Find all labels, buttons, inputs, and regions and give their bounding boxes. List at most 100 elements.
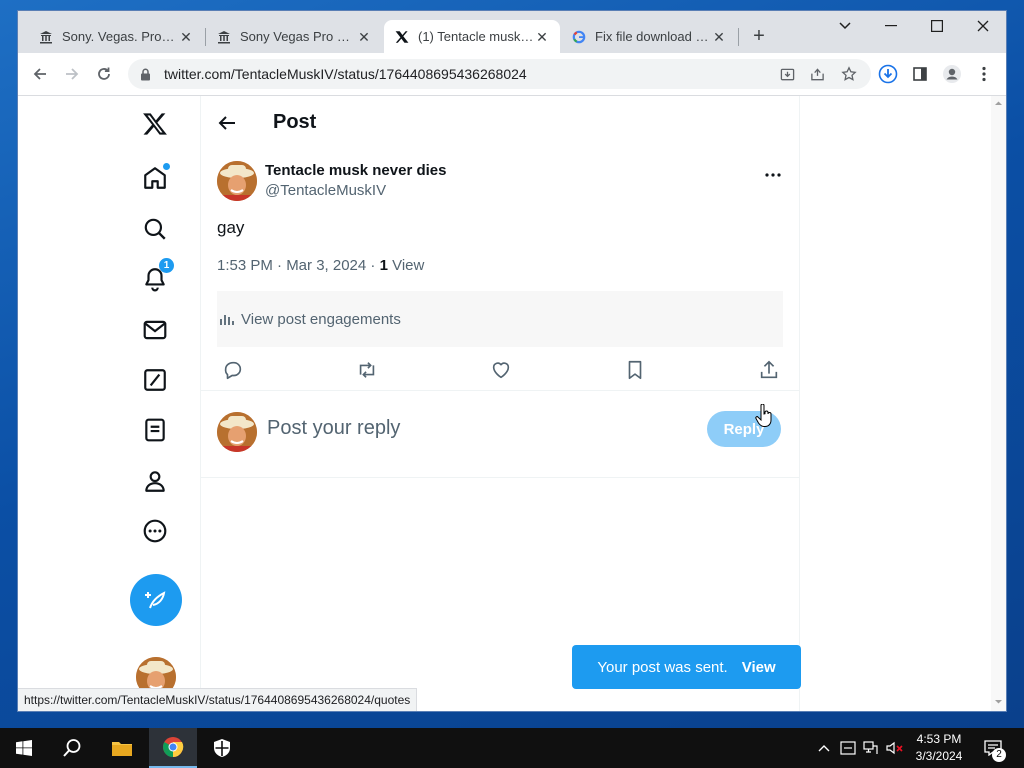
browser-window: Sony. Vegas. Pro 12. ✕ Sony Vegas Pro 14…: [18, 11, 1006, 711]
bank-icon: [216, 29, 232, 45]
reload-icon: [98, 67, 110, 80]
home-icon[interactable]: [140, 163, 170, 193]
lock-icon: [140, 68, 156, 81]
author-avatar[interactable]: [217, 161, 257, 201]
repost-icon[interactable]: [355, 358, 379, 382]
side-panel-icon: [913, 67, 927, 81]
back-button[interactable]: [26, 60, 54, 88]
close-icon[interactable]: ✕: [534, 29, 550, 45]
forward-button[interactable]: [58, 60, 86, 88]
home-unread-dot: [163, 163, 170, 170]
post-author: Tentacle musk never dies @TentacleMuskIV: [217, 161, 783, 205]
page-scrollbar[interactable]: [991, 96, 1006, 711]
reply-input[interactable]: Post your reply: [267, 417, 400, 440]
windows-logo-icon: [16, 740, 32, 756]
address-bar[interactable]: twitter.com/TentacleMuskIV/status/176440…: [128, 59, 871, 89]
side-panel-button[interactable]: [906, 60, 934, 88]
messages-icon[interactable]: [140, 315, 170, 345]
volume-muted-icon[interactable]: [885, 738, 905, 758]
tab-title: (1) Tentacle musk ne: [418, 29, 534, 44]
tab-title: Sony. Vegas. Pro 12.: [62, 29, 178, 44]
google-icon: [571, 29, 587, 45]
post-header: Post: [201, 96, 799, 149]
search-icon[interactable]: [140, 214, 170, 244]
maximize-icon: [931, 20, 943, 32]
install-app-icon[interactable]: [773, 67, 801, 82]
bank-icon: [38, 29, 54, 45]
new-tab-button[interactable]: +: [748, 25, 770, 47]
minimize-button[interactable]: [868, 11, 914, 41]
bar-chart-icon: [219, 311, 235, 327]
like-icon[interactable]: [489, 358, 513, 382]
tab-google-search[interactable]: Fix file download err ✕: [561, 20, 737, 53]
toast-message: Your post was sent.: [597, 658, 728, 676]
views-count: 1: [379, 257, 388, 274]
close-icon[interactable]: ✕: [356, 29, 372, 45]
toast-view-link[interactable]: View: [742, 659, 776, 676]
bookmark-icon[interactable]: [623, 358, 647, 382]
file-explorer-button[interactable]: [98, 728, 146, 768]
close-icon[interactable]: ✕: [711, 29, 727, 45]
search-icon: [63, 739, 81, 757]
reply-composer: Post your reply Reply: [201, 390, 799, 478]
network-icon[interactable]: [861, 738, 881, 758]
post-timestamp[interactable]: 1:53 PM · Mar 3, 2024 ·: [217, 257, 380, 274]
action-center-badge: 2: [992, 748, 1006, 762]
post-column: Post Tentacle musk never dies @TentacleM…: [201, 96, 801, 711]
view-engagements-button[interactable]: View post engagements: [217, 291, 783, 347]
chrome-icon: [162, 737, 184, 758]
security-app-button[interactable]: [198, 728, 246, 768]
compose-post-button[interactable]: [130, 574, 182, 626]
x-logo-icon[interactable]: [140, 109, 170, 139]
download-icon: [878, 64, 898, 84]
tab-title: Sony Vegas Pro 14.0: [240, 29, 356, 44]
back-button[interactable]: [215, 111, 239, 135]
author-handle[interactable]: @TentacleMuskIV: [265, 182, 386, 199]
tab-twitter-post[interactable]: (1) Tentacle musk ne ✕: [384, 20, 560, 53]
link-status-bar: https://twitter.com/TentacleMuskIV/statu…: [18, 688, 418, 711]
share-icon[interactable]: [757, 358, 781, 382]
close-icon[interactable]: ✕: [178, 29, 194, 45]
reply-icon[interactable]: [221, 358, 245, 382]
folder-icon: [112, 742, 132, 756]
start-button[interactable]: [0, 728, 48, 768]
arrow-left-icon: [218, 116, 235, 130]
twitter-page: 1 Post Tentacle musk never dies @Tentacl…: [18, 96, 1006, 711]
reload-button[interactable]: [90, 60, 118, 88]
maximize-button[interactable]: [914, 11, 960, 41]
more-circle-icon[interactable]: [140, 516, 170, 546]
chevron-up-icon[interactable]: [814, 738, 834, 758]
close-window-button[interactable]: [960, 11, 1006, 41]
grok-icon[interactable]: [140, 365, 170, 395]
chrome-menu-button[interactable]: [970, 60, 998, 88]
profile-icon[interactable]: [140, 466, 170, 496]
notification-badge: 1: [159, 258, 174, 273]
notifications-icon[interactable]: 1: [140, 258, 174, 294]
profile-icon: [943, 65, 961, 83]
browser-toolbar: twitter.com/TentacleMuskIV/status/176440…: [18, 53, 1006, 96]
profile-button[interactable]: [938, 60, 966, 88]
hand-cursor-icon: [755, 403, 773, 433]
kebab-menu-icon: [982, 66, 986, 82]
engagements-label: View post engagements: [241, 310, 401, 328]
lists-icon[interactable]: [140, 415, 170, 445]
close-icon: [977, 20, 989, 32]
tab-sony-vegas-14[interactable]: Sony Vegas Pro 14.0 ✕: [206, 20, 382, 53]
share-icon[interactable]: [801, 67, 833, 82]
tab-search-button[interactable]: [822, 11, 868, 41]
tab-sony-vegas-12[interactable]: Sony. Vegas. Pro 12. ✕: [28, 20, 204, 53]
download-button[interactable]: [874, 60, 902, 88]
author-name[interactable]: Tentacle musk never dies: [265, 162, 446, 179]
tray-app-icon[interactable]: [838, 738, 858, 758]
chrome-taskbar-button[interactable]: [149, 728, 197, 768]
post-actions: [217, 354, 783, 386]
scroll-down-icon: [995, 700, 1002, 704]
left-navigation: 1: [18, 96, 201, 711]
search-button[interactable]: [48, 728, 96, 768]
more-options-icon[interactable]: [763, 165, 783, 185]
clock-date: 3/3/2024: [915, 749, 963, 763]
star-icon[interactable]: [833, 66, 865, 82]
system-clock[interactable]: 4:53 PM 3/3/2024: [912, 731, 966, 765]
clock-time: 4:53 PM: [916, 732, 962, 746]
arrow-right-icon: [66, 68, 79, 80]
